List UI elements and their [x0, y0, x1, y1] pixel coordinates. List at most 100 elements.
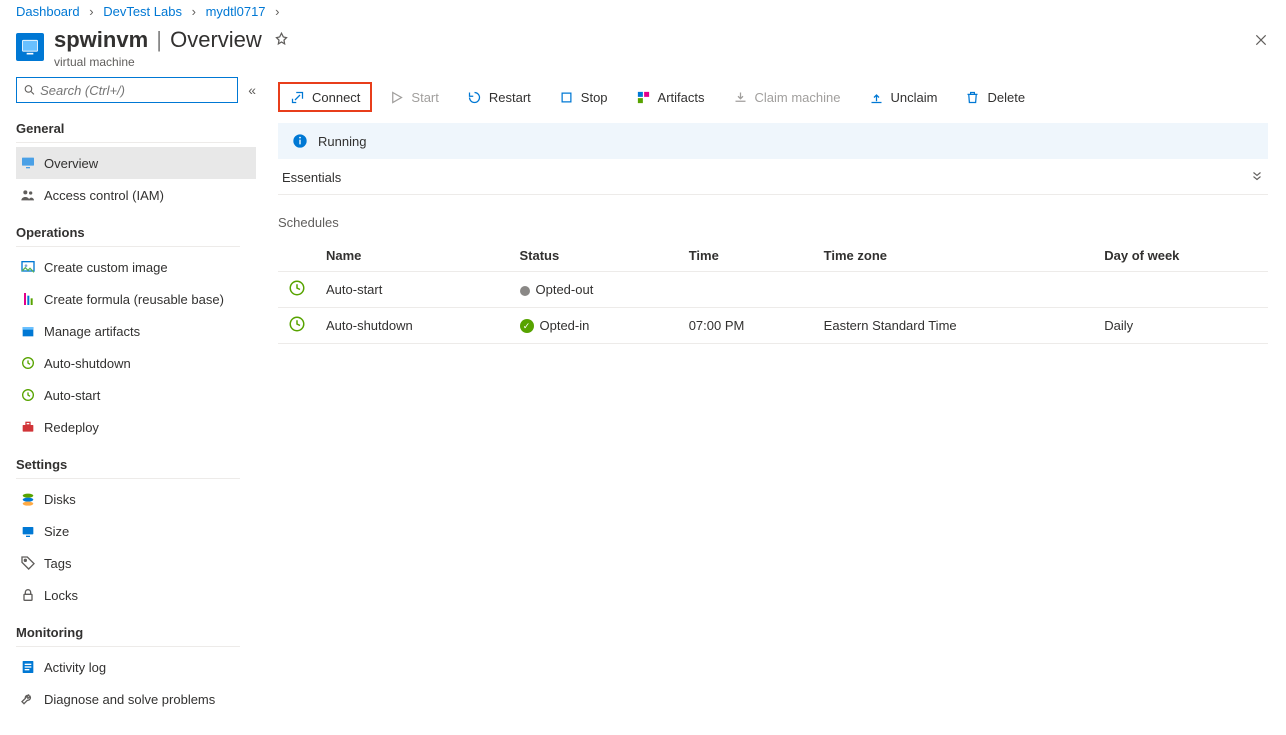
pin-icon[interactable]	[274, 27, 289, 53]
artifacts-button[interactable]: Artifacts	[625, 82, 716, 112]
download-icon	[733, 90, 748, 105]
wrench-icon	[20, 691, 36, 707]
resource-name: spwinvm	[54, 27, 148, 52]
breadcrumb-lab[interactable]: mydtl0717	[206, 4, 266, 19]
status-dot-icon	[520, 286, 530, 296]
col-name[interactable]: Name	[318, 240, 512, 272]
col-dow[interactable]: Day of week	[1096, 240, 1268, 272]
nav-section-settings: Settings	[16, 449, 256, 478]
clock-icon	[288, 315, 306, 333]
main-content: Connect Start Restart Stop Artifacts Cla…	[256, 77, 1286, 735]
breadcrumb-devtestlabs[interactable]: DevTest Labs	[103, 4, 182, 19]
col-time[interactable]: Time	[681, 240, 816, 272]
delete-button[interactable]: Delete	[954, 82, 1036, 112]
page-title: spwinvm | Overview	[54, 27, 1270, 53]
nav-item-diagnose[interactable]: Diagnose and solve problems	[16, 683, 256, 715]
info-icon	[292, 133, 308, 149]
close-button[interactable]	[1254, 33, 1268, 52]
flask-icon	[20, 291, 36, 307]
monitor-icon	[20, 155, 36, 171]
nav-item-label: Access control (IAM)	[44, 188, 164, 203]
nav-item-activity-log[interactable]: Activity log	[16, 651, 256, 683]
nav-item-create-formula[interactable]: Create formula (reusable base)	[16, 283, 256, 315]
command-bar: Connect Start Restart Stop Artifacts Cla…	[278, 77, 1268, 117]
cell-timezone: Eastern Standard Time	[816, 308, 1097, 344]
col-status[interactable]: Status	[512, 240, 681, 272]
nav-item-tags[interactable]: Tags	[16, 547, 256, 579]
vm-icon	[16, 33, 44, 61]
search-box[interactable]	[16, 77, 238, 103]
restart-button[interactable]: Restart	[456, 82, 542, 112]
nav-item-label: Tags	[44, 556, 71, 571]
nav-item-label: Activity log	[44, 660, 106, 675]
clock-icon	[20, 355, 36, 371]
cell-time: 07:00 PM	[681, 308, 816, 344]
sidebar: « General Overview Access control (IAM) …	[0, 77, 256, 735]
start-button: Start	[378, 82, 449, 112]
cell-time	[681, 272, 816, 308]
resource-type-label: virtual machine	[54, 55, 1270, 69]
nav-section-operations: Operations	[16, 217, 256, 246]
nav-item-label: Auto-shutdown	[44, 356, 131, 371]
people-icon	[20, 187, 36, 203]
essentials-toggle[interactable]: Essentials	[278, 159, 1268, 195]
breadcrumb: Dashboard › DevTest Labs › mydtl0717 ›	[0, 0, 1286, 27]
button-label: Start	[411, 90, 438, 105]
log-icon	[20, 659, 36, 675]
nav-item-disks[interactable]: Disks	[16, 483, 256, 515]
button-label: Connect	[312, 90, 360, 105]
page-header: spwinvm | Overview virtual machine	[0, 27, 1286, 77]
nav-item-redeploy[interactable]: Redeploy	[16, 411, 256, 443]
nav-item-label: Size	[44, 524, 69, 539]
nav-item-label: Diagnose and solve problems	[44, 692, 215, 707]
chevron-right-icon: ›	[275, 4, 279, 19]
nav-item-locks[interactable]: Locks	[16, 579, 256, 611]
search-input[interactable]	[36, 83, 231, 98]
button-label: Unclaim	[891, 90, 938, 105]
breadcrumb-dashboard[interactable]: Dashboard	[16, 4, 80, 19]
nav-item-auto-start[interactable]: Auto-start	[16, 379, 256, 411]
stop-button[interactable]: Stop	[548, 82, 619, 112]
button-label: Artifacts	[658, 90, 705, 105]
trash-icon	[965, 90, 980, 105]
status-text: Running	[318, 134, 366, 149]
nav-item-label: Disks	[44, 492, 76, 507]
table-row[interactable]: Auto-start Opted-out	[278, 272, 1268, 308]
tag-icon	[20, 555, 36, 571]
nav-section-monitoring: Monitoring	[16, 617, 256, 646]
chevron-right-icon: ›	[89, 4, 93, 19]
nav-item-overview[interactable]: Overview	[16, 147, 256, 179]
nav-item-auto-shutdown[interactable]: Auto-shutdown	[16, 347, 256, 379]
connect-button[interactable]: Connect	[278, 82, 372, 112]
nav-item-label: Auto-start	[44, 388, 100, 403]
cell-name: Auto-shutdown	[318, 308, 512, 344]
nav-item-label: Create formula (reusable base)	[44, 292, 224, 307]
lock-icon	[20, 587, 36, 603]
clock-icon	[20, 387, 36, 403]
collapse-sidebar-button[interactable]: «	[248, 82, 256, 98]
button-label: Claim machine	[755, 90, 841, 105]
cell-status: ✓Opted-in	[512, 308, 681, 344]
claim-machine-button: Claim machine	[722, 82, 852, 112]
unclaim-button[interactable]: Unclaim	[858, 82, 949, 112]
nav-item-size[interactable]: Size	[16, 515, 256, 547]
toolbox-icon	[20, 419, 36, 435]
button-label: Restart	[489, 90, 531, 105]
nav-item-manage-artifacts[interactable]: Manage artifacts	[16, 315, 256, 347]
chevron-down-double-icon	[1250, 169, 1264, 186]
nav-item-label: Locks	[44, 588, 78, 603]
nav-item-create-custom-image[interactable]: Create custom image	[16, 251, 256, 283]
schedules-table: Name Status Time Time zone Day of week A…	[278, 240, 1268, 344]
table-row[interactable]: Auto-shutdown ✓Opted-in 07:00 PM Eastern…	[278, 308, 1268, 344]
col-timezone[interactable]: Time zone	[816, 240, 1097, 272]
nav-item-access-control[interactable]: Access control (IAM)	[16, 179, 256, 211]
artifacts-icon	[636, 90, 651, 105]
play-icon	[389, 90, 404, 105]
nav-item-label: Manage artifacts	[44, 324, 140, 339]
cell-status: Opted-out	[512, 272, 681, 308]
size-icon	[20, 523, 36, 539]
button-label: Stop	[581, 90, 608, 105]
disks-icon	[20, 491, 36, 507]
cell-dow	[1096, 272, 1268, 308]
cell-timezone	[816, 272, 1097, 308]
